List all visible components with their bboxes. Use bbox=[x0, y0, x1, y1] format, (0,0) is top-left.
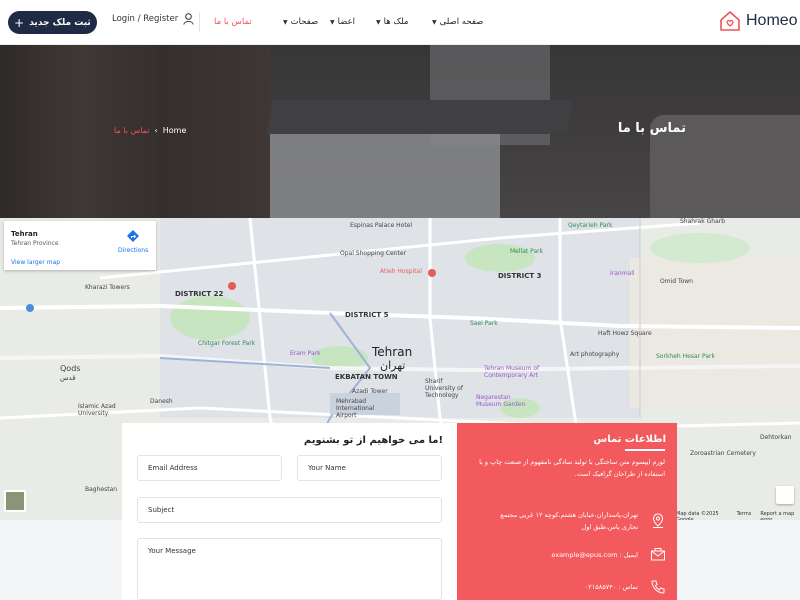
map-label-art-photography: Art photography bbox=[570, 351, 620, 358]
phone-text[interactable]: تماس : ۰۲۱۵۸۵۷۴۰ bbox=[585, 581, 638, 593]
breadcrumb-current: تماس با ما bbox=[114, 126, 150, 135]
phone-icon bbox=[650, 579, 666, 595]
contact-info-title: اطلاعات تماس bbox=[593, 434, 666, 445]
contact-info-panel: اطلاعات تماس لورم ایپسوم متن ساختگی با ت… bbox=[457, 423, 677, 600]
login-register-label: Login / Register bbox=[112, 14, 179, 24]
nav-members[interactable]: ▼ اعضا bbox=[330, 17, 355, 27]
map-label-district22: DISTRICT 22 bbox=[175, 290, 224, 298]
nav-members-label: اعضا bbox=[337, 17, 356, 27]
map-label-omid: Omid Town bbox=[660, 278, 693, 285]
map-label-baghestan: Baghestan bbox=[85, 486, 118, 493]
map-label-zoroastrian: Zoroastrian Cemetery bbox=[690, 450, 756, 457]
map-label-mehrabad: Mehrabad International Airport bbox=[336, 398, 375, 419]
site-header: + ثبت ملک جدید Login / Register تماس با … bbox=[0, 0, 800, 45]
map-label-eram: Eram Park bbox=[290, 350, 321, 357]
plus-icon: + bbox=[14, 15, 25, 30]
directions-link[interactable]: Directions bbox=[118, 247, 148, 254]
add-property-label: ثبت ملک جدید bbox=[29, 17, 91, 28]
map-city-label-fa: تهران bbox=[380, 359, 406, 372]
page-hero: تماس با ما ‹ Home تماس با ما bbox=[0, 45, 800, 218]
email-row: ایمیل : example@epus.com bbox=[551, 547, 666, 563]
user-icon bbox=[183, 13, 194, 25]
map-label-kharazi: Kharazi Towers bbox=[85, 284, 130, 291]
map-place-card: Tehran Tehran Province View larger map D… bbox=[4, 221, 156, 270]
nav-home-label: صفحه اصلی bbox=[439, 17, 484, 27]
header-divider bbox=[199, 12, 200, 32]
nav-pages-label: صفحات bbox=[290, 17, 319, 27]
map-label-espinas: Espinas Palace Hotel bbox=[350, 222, 413, 229]
login-register-link[interactable]: Login / Register bbox=[112, 13, 194, 25]
map-terms-link[interactable]: Terms bbox=[737, 511, 752, 520]
map-label-qods: Qods bbox=[60, 364, 81, 373]
email-field[interactable]: Email Address bbox=[137, 455, 282, 481]
map-label-negarestan: Negarestan Museum Garden bbox=[476, 394, 526, 408]
map-label-sorkheh-hesar: Sorkheh Hesar Park bbox=[656, 353, 715, 360]
phone-row: تماس : ۰۲۱۵۸۵۷۴۰ bbox=[585, 579, 666, 595]
contact-form-title: ما می خواهیم از تو بشنویم! bbox=[303, 435, 443, 446]
breadcrumb: تماس با ما ‹ Home bbox=[114, 126, 186, 135]
map-label-haft-howz: Haft Howz Square bbox=[598, 330, 652, 337]
site-logo[interactable]: Homeo bbox=[719, 10, 798, 32]
nav-properties-label: ملک ها bbox=[383, 17, 409, 27]
logo-text: Homeo bbox=[746, 12, 798, 29]
caret-down-icon: ▼ bbox=[376, 18, 381, 26]
map-card-place: Tehran bbox=[11, 230, 38, 238]
map-data-credit: Map data ©2025 Google bbox=[676, 511, 719, 520]
map-label-opal: Opal Shopping Center bbox=[340, 250, 407, 257]
house-heart-icon bbox=[720, 11, 740, 31]
subject-field[interactable]: Subject bbox=[137, 497, 442, 523]
map-label-sharif: Sharif University of Technology bbox=[425, 378, 463, 399]
title-underline bbox=[625, 449, 665, 451]
address-text: تهران،پاسداران،خیابان هشتم،کوچه ۱۲ غربی … bbox=[500, 511, 638, 531]
map-label-qeytarieh: Qeytarieh Park bbox=[568, 222, 613, 229]
view-larger-map-link[interactable]: View larger map bbox=[11, 259, 60, 266]
map-label-chitgar: Chitgar Forest Park bbox=[198, 340, 256, 347]
map-label-shahrak-gharb: Shahrak Gharb bbox=[680, 218, 726, 225]
nav-pages[interactable]: ▼ صفحات bbox=[283, 17, 318, 27]
map-label-islamic-azad: Islamic Azad University bbox=[78, 403, 116, 417]
map-label-atieh: Atieh Hospital bbox=[380, 268, 422, 275]
map-label-tmca: Tehran Museum of Contemporary Art bbox=[484, 365, 540, 379]
nav-home[interactable]: ▼ صفحه اصلی bbox=[432, 17, 483, 27]
name-field[interactable]: Your Name bbox=[297, 455, 442, 481]
map-label-district5: DISTRICT 5 bbox=[345, 311, 389, 319]
map-label-mellat: Mellat Park bbox=[510, 248, 544, 255]
map-label-qods-fa: قدس bbox=[60, 374, 76, 382]
map-label-saei: Saei Park bbox=[470, 320, 498, 327]
map-label-azadi: Azadi Tower bbox=[352, 388, 388, 395]
map-label-danesh: Danesh bbox=[150, 398, 173, 405]
contact-form: ما می خواهیم از تو بشنویم! Email Address… bbox=[122, 423, 457, 600]
map-label-iranmall: Iranmall bbox=[610, 270, 635, 277]
nav-properties[interactable]: ▼ ملک ها bbox=[376, 17, 408, 27]
map-city-label: Tehran bbox=[372, 345, 413, 359]
directions-icon[interactable] bbox=[126, 229, 140, 243]
contact-info-description: لورم ایپسوم متن ساختگی با تولید سادگی نا… bbox=[479, 458, 665, 478]
add-property-button[interactable]: + ثبت ملک جدید bbox=[8, 11, 97, 34]
address-row: تهران،پاسداران،خیابان هشتم،کوچه ۱۲ غربی … bbox=[498, 509, 666, 533]
envelope-icon bbox=[650, 547, 666, 563]
caret-down-icon: ▼ bbox=[330, 18, 335, 26]
map-card-region: Tehran Province bbox=[11, 240, 59, 247]
page-title: تماس با ما bbox=[617, 121, 686, 136]
map-footer: Map data ©2025 Google Terms Report a map… bbox=[676, 511, 800, 520]
email-text[interactable]: ایمیل : example@epus.com bbox=[551, 549, 638, 561]
breadcrumb-separator-icon: ‹ bbox=[154, 126, 158, 135]
map-layer-thumbnail[interactable] bbox=[4, 490, 26, 512]
map-label-dehtorkan: Dehtorkan bbox=[760, 434, 792, 441]
caret-down-icon: ▼ bbox=[432, 18, 437, 26]
nav-contact-label: تماس با ما bbox=[214, 17, 252, 27]
map-label-ekbatan: EKBATAN TOWN bbox=[335, 373, 398, 381]
map-report-link[interactable]: Report a map error bbox=[760, 511, 800, 520]
caret-down-icon: ▼ bbox=[283, 18, 288, 26]
nav-contact[interactable]: تماس با ما bbox=[214, 17, 252, 27]
message-field[interactable]: Your Message bbox=[137, 538, 442, 600]
map-label-district3: DISTRICT 3 bbox=[498, 272, 542, 280]
location-pin-icon bbox=[650, 513, 666, 529]
breadcrumb-home[interactable]: Home bbox=[163, 126, 187, 135]
map-fullscreen-button[interactable] bbox=[776, 486, 794, 504]
